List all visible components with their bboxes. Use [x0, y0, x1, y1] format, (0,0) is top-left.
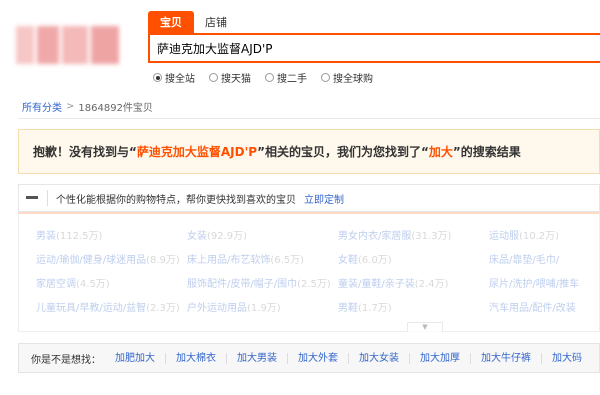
tab-shops[interactable]: 店铺 — [194, 11, 238, 34]
category-name: 床品/靠垫/毛巾/ — [489, 255, 560, 266]
category-name: 运动/瑜伽/健身/球迷用品 — [36, 255, 147, 266]
category-count: (2.3万) — [146, 303, 180, 314]
notice-found-keyword: 加大 — [428, 145, 453, 159]
scope-global[interactable]: 搜全球购 — [321, 70, 373, 85]
category-name: 男鞋 — [338, 303, 358, 314]
search-tabs: 宝贝 店铺 — [148, 11, 238, 34]
category-count: (4.5万) — [76, 279, 110, 290]
scope-label: 搜二手 — [277, 74, 307, 85]
breadcrumb: 所有分类 > 1864892件宝贝 — [22, 99, 153, 114]
scope-all[interactable]: 搜全站 — [153, 70, 195, 85]
scope-secondhand[interactable]: 搜二手 — [265, 70, 307, 85]
category-item[interactable]: 床品/靠垫/毛巾/ — [489, 252, 600, 270]
radio-icon[interactable] — [321, 73, 330, 82]
personalize-bar: 个性化能根据你的购物特点，帮你更快找到喜欢的宝贝 立即定制 — [18, 184, 600, 212]
logo-block — [16, 26, 34, 64]
scope-tmall[interactable]: 搜天猫 — [209, 70, 251, 85]
category-name: 男装 — [36, 231, 56, 242]
category-item[interactable]: 服饰配件/皮带/帽子/围巾(2.5万) — [187, 276, 338, 294]
related-searches: 你是不是想找： 加肥加大 加大棉衣 加大男装 加大外套 加大女装 加大加厚 加大牛仔裤 加大码 — [18, 343, 600, 373]
category-count: (1.7万) — [358, 303, 392, 314]
notice-middle: ”相关的宝贝，我们为您找到了“ — [257, 145, 429, 159]
category-count: (6.5万) — [270, 255, 305, 266]
radio-icon[interactable] — [209, 73, 218, 82]
category-name: 尿片/洗护/喂哺/推车 — [489, 279, 580, 290]
category-name: 家居空调 — [36, 279, 76, 290]
category-count: (112.5万) — [56, 231, 103, 242]
related-search-link[interactable]: 加大男装 — [226, 352, 287, 364]
no-result-notice: 抱歉！没有找到与“ 萨迪克加大监督AJD'P ”相关的宝贝，我们为您找到了“ 加… — [18, 129, 600, 174]
scope-label: 搜全球购 — [333, 74, 373, 85]
breadcrumb-separator: > — [66, 101, 75, 112]
category-name: 床上用品/布艺软饰 — [187, 255, 271, 266]
category-count: (10.2万) — [519, 231, 560, 242]
related-search-link[interactable]: 加大牛仔裤 — [470, 352, 541, 364]
category-count: (6.0万) — [358, 255, 392, 266]
category-count: (31.3万) — [411, 231, 452, 242]
category-name: 运动服 — [489, 231, 519, 242]
category-count: (2.5万) — [297, 279, 331, 290]
category-panel: 男装(112.5万) 女装(92.9万) 男女内衣/家居服(31.3万) 运动服(10… — [18, 212, 600, 332]
category-name: 服饰配件/皮带/帽子/围巾 — [187, 279, 298, 290]
expand-categories-chevron-icon[interactable]: ▼ — [407, 322, 443, 332]
related-search-link[interactable]: 加大外套 — [287, 352, 348, 364]
category-item[interactable]: 女鞋(6.0万) — [338, 252, 489, 270]
category-name: 男女内衣/家居服 — [338, 231, 412, 242]
category-count: (92.9万) — [207, 231, 248, 242]
collapse-icon[interactable] — [25, 191, 39, 205]
search-input[interactable] — [150, 35, 600, 61]
related-search-link[interactable]: 加肥加大 — [115, 353, 165, 364]
personalize-text: 个性化能根据你的购物特点，帮你更快找到喜欢的宝贝 — [56, 194, 296, 206]
related-search-link[interactable]: 加大码 — [541, 352, 592, 364]
result-count: 1864892件宝贝 — [78, 103, 153, 114]
category-item[interactable]: 运动服(10.2万) — [489, 228, 600, 246]
radio-selected-icon[interactable] — [153, 73, 162, 82]
category-item[interactable]: 尿片/洗护/喂哺/推车 — [489, 276, 600, 294]
search-box — [148, 33, 600, 63]
category-name: 女鞋 — [338, 255, 358, 266]
category-count: (2.4万) — [414, 279, 449, 290]
category-item[interactable]: 家居空调(4.5万) — [36, 276, 187, 294]
notice-query-keyword: 萨迪克加大监督AJD'P — [136, 145, 258, 159]
category-item[interactable]: 儿童玩具/早教/运动/益智(2.3万) — [36, 300, 187, 318]
category-item[interactable]: 汽车用品/配件/改装 — [489, 300, 600, 318]
notice-suffix: ”的搜索结果 — [452, 145, 521, 159]
divider — [18, 118, 600, 119]
related-links: 加肥加大 加大棉衣 加大男装 加大外套 加大女装 加大加厚 加大牛仔裤 加大码 — [115, 352, 592, 364]
scope-label: 搜全站 — [165, 74, 195, 85]
related-search-link[interactable]: 加大女装 — [348, 352, 409, 364]
radio-icon[interactable] — [265, 73, 274, 82]
category-count: (8.9万) — [146, 255, 180, 266]
category-name: 儿童玩具/早教/运动/益智 — [36, 303, 147, 314]
related-search-link[interactable]: 加大棉衣 — [165, 352, 226, 364]
notice-prefix: 抱歉！没有找到与“ — [33, 145, 137, 159]
category-item[interactable]: 童装/童鞋/亲子装(2.4万) — [338, 276, 489, 294]
category-item[interactable]: 男女内衣/家居服(31.3万) — [338, 228, 489, 246]
customize-now-link[interactable]: 立即定制 — [304, 191, 344, 206]
category-name: 童装/童鞋/亲子装 — [338, 279, 415, 290]
category-item[interactable]: 运动/瑜伽/健身/球迷用品(8.9万) — [36, 252, 187, 270]
logo-block — [91, 26, 119, 64]
category-count: (1.9万) — [247, 303, 281, 314]
category-name: 女装 — [187, 231, 207, 242]
related-label: 你是不是想找： — [31, 354, 101, 366]
logo-block — [37, 26, 59, 64]
divider — [47, 190, 48, 206]
breadcrumb-all-categories[interactable]: 所有分类 — [22, 99, 62, 114]
category-grid: 男装(112.5万) 女装(92.9万) 男女内衣/家居服(31.3万) 运动服(10… — [36, 228, 599, 318]
scope-label: 搜天猫 — [221, 74, 251, 85]
category-item[interactable]: 男装(112.5万) — [36, 228, 187, 246]
category-name: 汽车用品/配件/改装 — [489, 303, 576, 314]
category-item[interactable]: 男鞋(1.7万) — [338, 300, 489, 318]
category-item[interactable]: 女装(92.9万) — [187, 228, 338, 246]
search-scope-options: 搜全站 搜天猫 搜二手 搜全球购 — [153, 70, 373, 85]
tab-items[interactable]: 宝贝 — [148, 11, 194, 34]
related-search-link[interactable]: 加大加厚 — [409, 352, 470, 364]
logo-block — [62, 26, 88, 64]
site-logo[interactable] — [16, 26, 128, 64]
category-item[interactable]: 户外运动用品(1.9万) — [187, 300, 338, 318]
category-name: 户外运动用品 — [187, 303, 247, 314]
category-item[interactable]: 床上用品/布艺软饰(6.5万) — [187, 252, 338, 270]
